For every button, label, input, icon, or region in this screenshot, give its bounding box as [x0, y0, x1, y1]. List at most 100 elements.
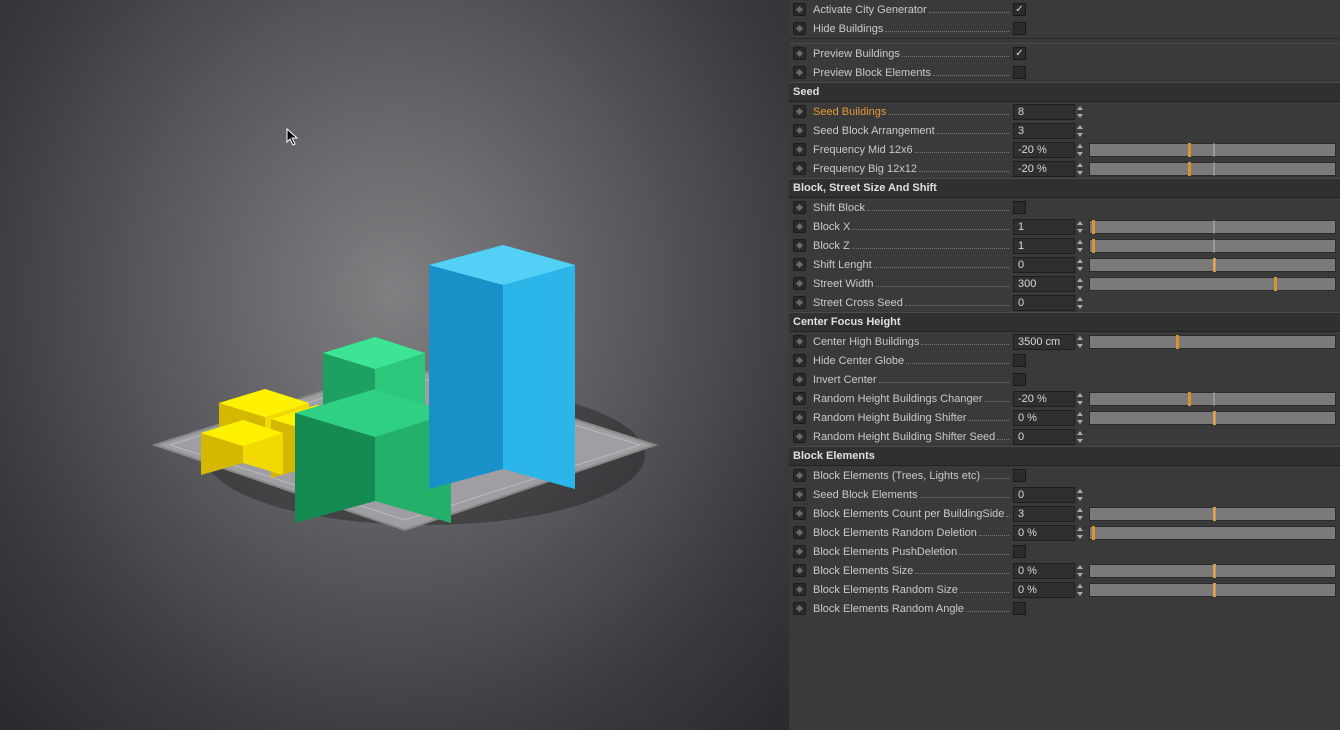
spinner-icon[interactable]: [1075, 104, 1085, 120]
viewport-3d[interactable]: [0, 0, 789, 730]
spinner-icon[interactable]: [1075, 429, 1085, 445]
spinner-icon[interactable]: [1075, 123, 1085, 139]
number-input[interactable]: [1013, 563, 1075, 579]
param-row: Random Height Building Shifter Seed: [789, 427, 1340, 446]
spinner-icon[interactable]: [1075, 563, 1085, 579]
slider-track[interactable]: [1089, 335, 1336, 349]
checkbox[interactable]: [1013, 545, 1026, 558]
slider-track[interactable]: [1089, 392, 1336, 406]
param-row: Block Z: [789, 236, 1340, 255]
keyframe-icon[interactable]: [793, 602, 806, 615]
keyframe-icon[interactable]: [793, 488, 806, 501]
number-input[interactable]: [1013, 276, 1075, 292]
keyframe-icon[interactable]: [793, 469, 806, 482]
number-input[interactable]: [1013, 410, 1075, 426]
spinner-icon[interactable]: [1075, 142, 1085, 158]
slider-track[interactable]: [1089, 564, 1336, 578]
number-input[interactable]: [1013, 334, 1075, 350]
section-header: Block Elements: [789, 446, 1340, 466]
spinner-icon[interactable]: [1075, 410, 1085, 426]
keyframe-icon[interactable]: [793, 545, 806, 558]
number-input[interactable]: [1013, 104, 1075, 120]
keyframe-icon[interactable]: [793, 335, 806, 348]
slider-track[interactable]: [1089, 526, 1336, 540]
checkbox[interactable]: [1013, 602, 1026, 615]
keyframe-icon[interactable]: [793, 411, 806, 424]
slider-track[interactable]: [1089, 277, 1336, 291]
slider-track[interactable]: [1089, 143, 1336, 157]
spinner-icon[interactable]: [1075, 582, 1085, 598]
slider-track[interactable]: [1089, 507, 1336, 521]
checkbox[interactable]: [1013, 354, 1026, 367]
number-input[interactable]: [1013, 506, 1075, 522]
number-input[interactable]: [1013, 582, 1075, 598]
param-row: Street Cross Seed: [789, 293, 1340, 312]
keyframe-icon[interactable]: [793, 3, 806, 16]
keyframe-icon[interactable]: [793, 583, 806, 596]
spinner-icon[interactable]: [1075, 487, 1085, 503]
keyframe-icon[interactable]: [793, 507, 806, 520]
keyframe-icon[interactable]: [793, 392, 806, 405]
checkbox[interactable]: [1013, 373, 1026, 386]
slider-track[interactable]: [1089, 583, 1336, 597]
spinner-icon[interactable]: [1075, 238, 1085, 254]
keyframe-icon[interactable]: [793, 258, 806, 271]
number-input[interactable]: [1013, 525, 1075, 541]
number-input[interactable]: [1013, 295, 1075, 311]
number-input[interactable]: [1013, 487, 1075, 503]
param-label: Hide Buildings: [813, 23, 883, 35]
slider-track[interactable]: [1089, 239, 1336, 253]
keyframe-icon[interactable]: [793, 430, 806, 443]
number-input[interactable]: [1013, 142, 1075, 158]
checkbox[interactable]: ✓: [1013, 3, 1026, 16]
keyframe-icon[interactable]: [793, 526, 806, 539]
spinner-icon[interactable]: [1075, 295, 1085, 311]
keyframe-icon[interactable]: [793, 239, 806, 252]
number-input[interactable]: [1013, 161, 1075, 177]
number-input[interactable]: [1013, 219, 1075, 235]
number-input[interactable]: [1013, 391, 1075, 407]
number-input[interactable]: [1013, 257, 1075, 273]
spinner-icon[interactable]: [1075, 506, 1085, 522]
spinner-icon[interactable]: [1075, 276, 1085, 292]
checkbox[interactable]: [1013, 201, 1026, 214]
spinner-icon[interactable]: [1075, 257, 1085, 273]
keyframe-icon[interactable]: [793, 354, 806, 367]
param-label: Preview Buildings: [813, 48, 900, 60]
keyframe-icon[interactable]: [793, 124, 806, 137]
keyframe-icon[interactable]: [793, 373, 806, 386]
keyframe-icon[interactable]: [793, 564, 806, 577]
keyframe-icon[interactable]: [793, 66, 806, 79]
param-label: Frequency Mid 12x6: [813, 144, 913, 156]
checkbox[interactable]: [1013, 22, 1026, 35]
keyframe-icon[interactable]: [793, 277, 806, 290]
number-input[interactable]: [1013, 123, 1075, 139]
number-input[interactable]: [1013, 429, 1075, 445]
keyframe-icon[interactable]: [793, 105, 806, 118]
keyframe-icon[interactable]: [793, 162, 806, 175]
param-label: Random Height Buildings Changer: [813, 393, 982, 405]
keyframe-icon[interactable]: [793, 22, 806, 35]
param-label: Frequency Big 12x12: [813, 163, 917, 175]
keyframe-icon[interactable]: [793, 47, 806, 60]
spinner-icon[interactable]: [1075, 525, 1085, 541]
keyframe-icon[interactable]: [793, 220, 806, 233]
spinner-icon[interactable]: [1075, 391, 1085, 407]
param-label: Street Width: [813, 278, 874, 290]
slider-track[interactable]: [1089, 411, 1336, 425]
keyframe-icon[interactable]: [793, 201, 806, 214]
keyframe-icon[interactable]: [793, 143, 806, 156]
slider-track[interactable]: [1089, 162, 1336, 176]
checkbox[interactable]: [1013, 66, 1026, 79]
param-label: Activate City Generator: [813, 4, 927, 16]
checkbox[interactable]: ✓: [1013, 47, 1026, 60]
spinner-icon[interactable]: [1075, 334, 1085, 350]
slider-track[interactable]: [1089, 258, 1336, 272]
param-label: Seed Buildings: [813, 106, 886, 118]
keyframe-icon[interactable]: [793, 296, 806, 309]
spinner-icon[interactable]: [1075, 161, 1085, 177]
checkbox[interactable]: [1013, 469, 1026, 482]
slider-track[interactable]: [1089, 220, 1336, 234]
number-input[interactable]: [1013, 238, 1075, 254]
spinner-icon[interactable]: [1075, 219, 1085, 235]
